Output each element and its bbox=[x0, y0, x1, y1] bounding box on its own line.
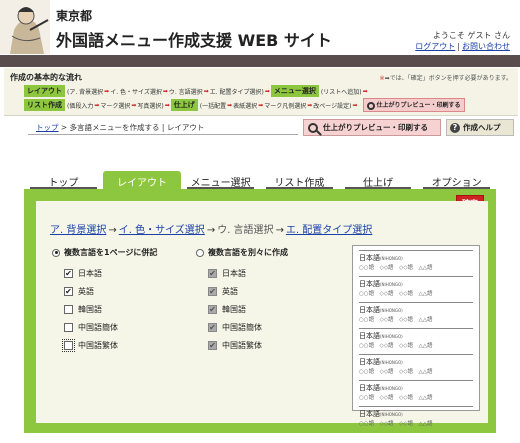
checkbox-chinese-traditional[interactable] bbox=[62, 338, 75, 352]
arrow-icon: ➡ bbox=[162, 87, 168, 95]
option-separate: 複数言語を別々に作成 ✔ 日本語 ✔ 英語 ✔ 韓国語 ✔ 中国語簡体 ✔ 中国語繁体 bbox=[196, 247, 340, 354]
help-icon: ? bbox=[450, 122, 460, 133]
header-links: ログアウト | お問い合わせ bbox=[415, 41, 510, 52]
help-button[interactable]: ? 作成ヘルプ bbox=[446, 119, 514, 136]
radio-combined-row[interactable]: 複数言語を1ページに併記 bbox=[52, 247, 196, 258]
site-title-small: 東京都 bbox=[56, 9, 93, 23]
radio-combined[interactable] bbox=[52, 248, 60, 257]
tab-top[interactable]: トップ bbox=[24, 171, 103, 189]
flow-step-list: リスト作成 bbox=[24, 99, 65, 111]
layout-content: ア. 背景選択 → イ. 色・サイズ選択 → ウ. 言語選択 → エ. 配置タイプ選択 複数… bbox=[36, 201, 488, 427]
tab-list-create[interactable]: リスト作成 bbox=[260, 171, 339, 189]
preview-item: 日本語(NIHONGO) ○○語 ◇◇語 ◇◇語 △△語 bbox=[359, 354, 473, 376]
tab-option[interactable]: オプション bbox=[417, 171, 496, 189]
combined-language-list: ✔ 日本語 ✔ 英語 韓国語 中国語簡体 中国語繁体 bbox=[62, 264, 196, 354]
preview-item: 日本語(NIHONGO) ○○語 ◇◇語 ◇◇語 △△語 bbox=[359, 276, 473, 298]
site-header: 東京都 外国語メニュー作成支援 WEB サイト ようこそ ゲスト さん ログアウ… bbox=[0, 0, 520, 67]
checkbox-english-disabled: ✔ bbox=[208, 286, 217, 296]
option-combined: 複数言語を1ページに併記 ✔ 日本語 ✔ 英語 韓国語 中国語簡体 中国語繁体 bbox=[52, 247, 196, 354]
preview-item: 日本語(NIHONGO) ○○語 ◇◇語 ◇◇語 △△語 bbox=[359, 302, 473, 324]
link-separator: | bbox=[457, 42, 460, 51]
language-checkbox-row: ✔ 英語 bbox=[208, 286, 238, 296]
layout-preview: 日本語(NIHONGO) ○○語 ◇◇語 ◇◇語 △△語 日本語(NIHONGO)… bbox=[352, 245, 480, 427]
contact-link[interactable]: お問い合わせ bbox=[462, 42, 510, 51]
checkbox-korean[interactable] bbox=[64, 304, 73, 314]
checkbox-english[interactable]: ✔ bbox=[64, 286, 73, 296]
workflow-title: 作成の基本的な流れ bbox=[10, 73, 82, 82]
workflow-guide: 作成の基本的な流れ ※➡では、「確定」ボタンを押す必要があります。 レイアウト … bbox=[4, 68, 518, 116]
site-title: 外国語メニュー作成支援 WEB サイト bbox=[56, 31, 332, 50]
layout-panel: 確定 ア. 背景選択→イ. 色・サイズ選択→ウ. 言語選択→エ. 配置タイプ選択… bbox=[24, 189, 496, 433]
preview-item: 日本語(NIHONGO) ○○語 ◇◇語 ◇◇語 △△語 bbox=[359, 380, 473, 402]
workflow-row-2: リスト作成 (価段入力 ➡ マーク選択 ➡ 写真選択) ➡ 仕上げ (一括配置 ➡ 表紙… bbox=[24, 98, 465, 112]
radio-separate-row[interactable]: 複数言語を別々に作成 bbox=[196, 247, 340, 258]
tab-menu-select[interactable]: メニュー選択 bbox=[181, 171, 260, 189]
flow-preview-button[interactable]: 仕上がりプレビュー・印刷する bbox=[362, 98, 465, 112]
language-checkbox-row: ✔ 中国語簡体 bbox=[208, 322, 262, 332]
header-band bbox=[0, 55, 520, 67]
arrow-icon: ➡ bbox=[104, 87, 110, 95]
language-checkbox-row[interactable]: 中国語繁体 bbox=[62, 336, 196, 354]
substep-background[interactable]: ア. 背景選択 bbox=[50, 225, 106, 236]
samurai-logo bbox=[0, 0, 50, 54]
preview-item: 日本語(NIHONGO) ○○語 ◇◇語 ◇◇語 △△語 bbox=[359, 250, 473, 272]
language-checkbox-row: ✔ 日本語 bbox=[208, 268, 246, 278]
language-checkbox-row[interactable]: 韓国語 bbox=[64, 300, 196, 318]
workflow-note: ※➡では、「確定」ボタンを押す必要があります。 bbox=[379, 75, 512, 82]
checkbox-chinese-simplified[interactable] bbox=[64, 322, 73, 332]
checkbox-japanese-disabled: ✔ bbox=[208, 268, 217, 278]
language-checkbox-row[interactable]: 中国語簡体 bbox=[64, 318, 196, 336]
tab-layout[interactable]: レイアウト bbox=[102, 171, 182, 189]
preview-print-button[interactable]: 仕上がりプレビュー・印刷する bbox=[303, 119, 441, 136]
breadcrumb-top-link[interactable]: トップ bbox=[36, 123, 59, 132]
substep-placement[interactable]: エ. 配置タイプ選択 bbox=[286, 225, 372, 236]
checkbox-chinese-traditional-disabled: ✔ bbox=[208, 340, 217, 350]
checkbox-japanese[interactable]: ✔ bbox=[64, 268, 73, 278]
flow-step-finish: 仕上げ bbox=[170, 99, 198, 111]
preview-item: 日本語(NIHONGO) ○○語 ◇◇語 ◇◇語 △△語 bbox=[359, 328, 473, 350]
preview-item: 日本語(NIHONGO) ○○語 ◇◇語 ◇◇語 △△語 bbox=[359, 406, 473, 428]
arrow-icon: ➡ bbox=[203, 87, 209, 95]
logout-link[interactable]: ログアウト bbox=[415, 42, 455, 51]
main-tabs: トップ レイアウト メニュー選択 リスト作成 仕上げ オプション bbox=[24, 171, 496, 189]
workflow-row-1: レイアウト (ア. 背景選択 ➡ イ. 色・サイズ選択 ➡ ウ. 言語選択 ➡ エ. … bbox=[24, 85, 369, 97]
language-checkbox-row: ✔ 韓国語 bbox=[208, 304, 246, 314]
checkbox-korean-disabled: ✔ bbox=[208, 304, 217, 314]
language-checkbox-row: ✔ 中国語繁体 bbox=[208, 340, 262, 350]
magnifier-icon bbox=[308, 122, 318, 133]
breadcrumb: トップ > 多言語メニューを作成する | レイアウト bbox=[36, 123, 205, 132]
language-checkbox-row[interactable]: ✔ 英語 bbox=[64, 282, 196, 300]
language-checkbox-row[interactable]: ✔ 日本語 bbox=[64, 264, 196, 282]
flow-step-menu: メニュー選択 bbox=[270, 85, 319, 97]
arrow-icon: ➡ bbox=[264, 87, 270, 95]
radio-separate[interactable] bbox=[196, 248, 204, 257]
layout-substeps: ア. 背景選択 → イ. 色・サイズ選択 → ウ. 言語選択 → エ. 配置タイプ選択 bbox=[50, 225, 373, 236]
substep-color-size[interactable]: イ. 色・サイズ選択 bbox=[119, 225, 205, 236]
flow-step-layout: レイアウト bbox=[24, 85, 65, 97]
checkbox-chinese-simplified-disabled: ✔ bbox=[208, 322, 217, 332]
breadcrumb-divider bbox=[28, 134, 298, 135]
magnifier-icon bbox=[366, 101, 375, 110]
arrow-icon: ➡ bbox=[362, 87, 368, 95]
separate-language-list: ✔ 日本語 ✔ 英語 ✔ 韓国語 ✔ 中国語簡体 ✔ 中国語繁体 bbox=[208, 264, 340, 354]
welcome-text: ようこそ ゲスト さん bbox=[432, 31, 510, 40]
tab-finish[interactable]: 仕上げ bbox=[339, 171, 418, 189]
substep-language: ウ. 言語選択 bbox=[217, 225, 274, 236]
